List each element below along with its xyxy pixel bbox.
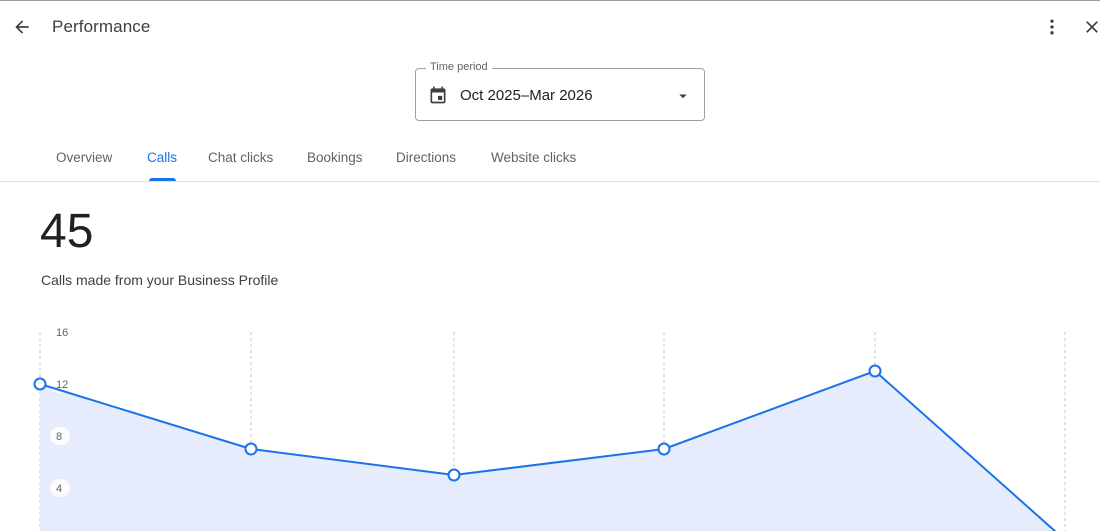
metric-tabs: Overview Calls Chat clicks Bookings Dire… [0, 135, 1100, 182]
tab-bookings[interactable]: Bookings [307, 150, 363, 165]
data-point-0 [33, 377, 47, 391]
y-tick-label-16: 16 [56, 327, 68, 339]
data-point-1 [244, 442, 258, 456]
calendar-icon [430, 86, 446, 104]
back-button[interactable] [8, 13, 36, 41]
page-title: Performance [52, 17, 151, 36]
more-vert-icon [1050, 19, 1054, 35]
area-fill [40, 371, 1065, 531]
close-button[interactable] [1082, 13, 1100, 41]
close-icon [1086, 21, 1098, 33]
data-point-3 [657, 442, 671, 456]
tab-overview[interactable]: Overview [56, 150, 112, 165]
y-tick-label-4: 4 [56, 483, 62, 495]
metric-total: 45 [40, 205, 94, 258]
calls-chart: 4 8 12 16 [0, 320, 1100, 531]
arrow-back-icon [15, 20, 29, 34]
calls-chart-svg: 481216 [33, 323, 1066, 531]
more-options-button[interactable] [1038, 13, 1066, 41]
app-header: Performance [0, 0, 1100, 56]
data-point-4 [868, 364, 882, 378]
time-period-value: Oct 2025–Mar 2026 [460, 87, 593, 104]
tab-directions[interactable]: Directions [396, 150, 456, 165]
active-tab-indicator [149, 178, 176, 181]
tab-website-clicks[interactable]: Website clicks [491, 150, 576, 165]
y-tick-label-8: 8 [56, 431, 62, 443]
arrow-drop-down-icon [679, 94, 687, 99]
tab-calls[interactable]: Calls [147, 150, 177, 165]
tab-chat-clicks[interactable]: Chat clicks [208, 150, 273, 165]
time-period-select[interactable]: Time period Oct 2025–Mar 2026 [415, 61, 705, 121]
data-point-2 [447, 468, 461, 482]
metric-description: Calls made from your Business Profile [41, 272, 279, 288]
time-period-label: Time period [426, 61, 492, 73]
